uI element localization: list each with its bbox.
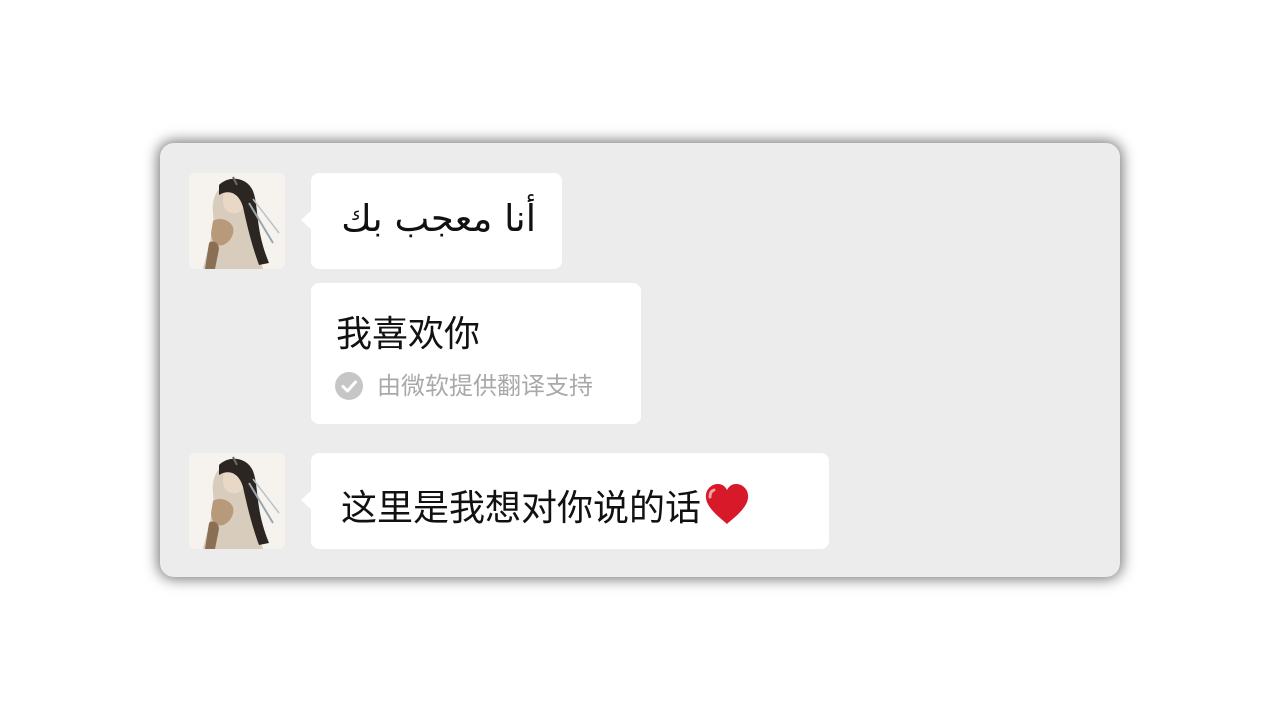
bubble-tail <box>301 211 311 229</box>
bubble-tail <box>301 491 311 509</box>
translation-note: 由微软提供翻译支持 <box>377 372 593 400</box>
avatar[interactable] <box>189 453 285 549</box>
chat-panel: أنا معجب بك 我喜欢你 由微软提供翻译支持 这里是我想对你说的话 <box>160 143 1120 577</box>
message-text: 这里是我想对你说的话 <box>341 488 702 529</box>
message-bubble[interactable]: أنا معجب بك <box>301 173 562 269</box>
message-text: أنا معجب بك <box>341 197 536 240</box>
translation-attribution: 由微软提供翻译支持 <box>335 372 593 400</box>
avatar-illustration <box>189 453 285 549</box>
message-content: 这里是我想对你说的话 <box>341 481 751 529</box>
avatar-illustration <box>189 173 285 269</box>
heart-icon <box>705 484 749 524</box>
message-bubble[interactable]: 我喜欢你 由微软提供翻译支持 <box>311 283 641 424</box>
message-bubble[interactable]: 这里是我想对你说的话 <box>301 453 829 549</box>
message-text: 我喜欢你 <box>336 314 481 355</box>
avatar[interactable] <box>189 173 285 269</box>
check-circle-icon <box>335 372 363 400</box>
